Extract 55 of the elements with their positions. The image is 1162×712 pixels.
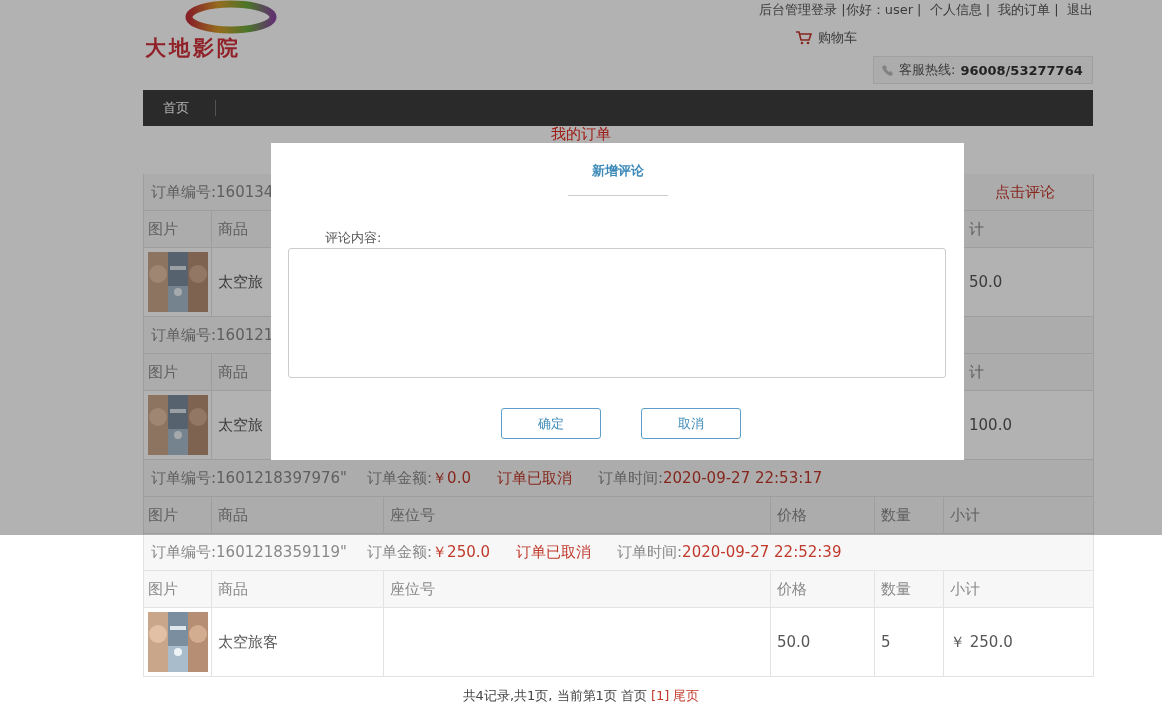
confirm-button[interactable]: 确定 [500,408,601,439]
top-link[interactable]: |你好：user [841,1,914,19]
order-info-text: 订单已取消 [496,468,572,488]
column-header: 座位号 [384,571,771,607]
phone-icon [882,64,894,76]
column-header: 小计 [944,571,1094,607]
column-header: 图片 [144,571,212,607]
logo-ring-icon [183,0,279,34]
column-header: 图片 [144,354,212,390]
order-info-text: 订单金额: [367,468,433,488]
table-cell: 50.0 [771,608,875,676]
column-header: 商品 [212,497,384,533]
column-header: 数量 [875,571,944,607]
order-info-text: 订单已取消 [516,542,592,562]
nav-item[interactable]: 首页 [143,99,215,117]
top-link[interactable]: | 我的订单 [985,1,1051,19]
comment-field[interactable] [288,248,946,378]
table-cell: ￥ 250.0 [944,608,1094,676]
comment-label: 评论内容: [325,229,383,247]
pagination-summary: 共4记录,共1页, 当前第1页 首页 [462,688,647,703]
cart-icon [796,31,812,45]
order-info-text: ￥250.0 [432,542,491,562]
order-info-text: 订单编号:1601218359119" [151,542,348,562]
order-info-text: 订单时间: [597,468,663,488]
order-info-text: 订单编号:160134 [151,182,274,202]
order-info-text: 2020-09-27 22:52:39 [682,543,842,561]
page-title: 我的订单 [551,125,611,143]
hotline-number: 96008/53277764 [960,62,1083,78]
order-info-text: 订单编号:1601218397976" [151,468,348,488]
dialog-title: 新增评论 [590,162,645,180]
table-cell: 5 [875,608,944,676]
column-header: 价格 [771,571,875,607]
top-link[interactable]: 后台管理登录 [759,1,838,19]
page-link[interactable]: 尾页 [673,688,700,703]
order-info-text: 订单编号:160121 [151,325,274,345]
table-cell: 太空旅客 [212,608,384,676]
column-header: 商品 [212,571,384,607]
cancel-button[interactable]: 取消 [640,408,741,439]
column-header: 价格 [771,497,875,533]
column-header: 数量 [875,497,944,533]
logo-text: 大地影院 [145,34,241,62]
order-info-text: 订单时间: [617,542,683,562]
top-link[interactable]: | 个人信息 [917,1,982,19]
column-header: 图片 [144,211,212,247]
top-link[interactable]: | 退出 [1054,1,1093,19]
column-header: 小计 [944,497,1094,533]
order-info-text: 订单金额: [367,542,433,562]
cart-link[interactable]: 购物车 [796,29,857,47]
comment-link[interactable]: 点击评论 [995,182,1055,202]
order-info-text: ￥0.0 [432,468,471,488]
hotline-label: 客服热线: [899,61,956,79]
order-info-text: 2020-09-27 22:53:17 [663,469,823,487]
column-header: 图片 [144,497,212,533]
page-link[interactable]: [1] [650,688,670,703]
column-header: 座位号 [384,497,771,533]
